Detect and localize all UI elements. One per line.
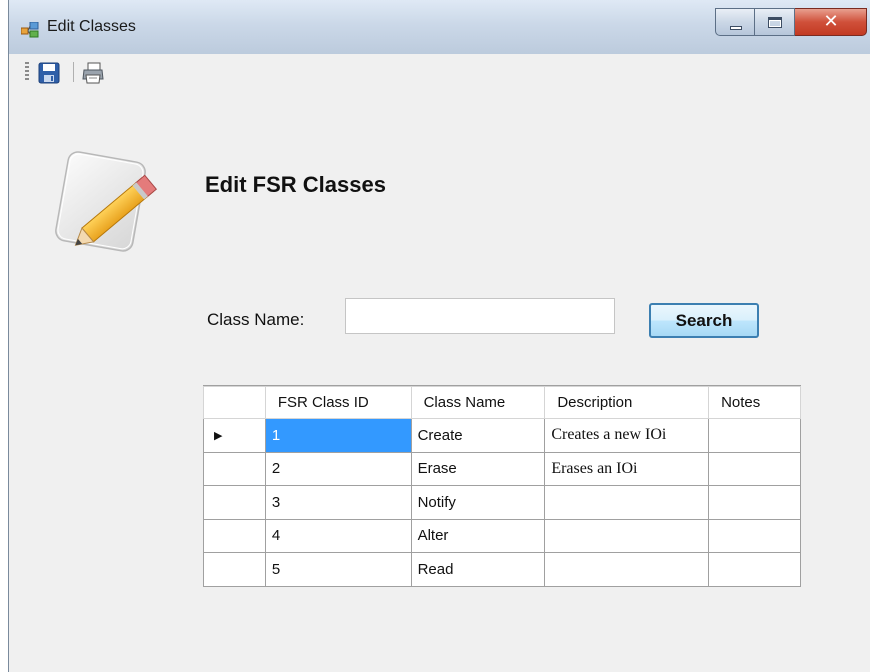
cell-description[interactable]: Erases an IOi	[544, 451, 710, 486]
edit-classes-window: Edit Classes ✕ Edit FSR Classes Class Na…	[8, 0, 870, 672]
grid-header-row: FSR Class ID Class Name Description Note…	[203, 386, 801, 419]
cell-fsr-class-id[interactable]: 3	[264, 485, 412, 520]
cell-description[interactable]	[544, 518, 710, 553]
minimize-icon	[730, 26, 742, 30]
cell-notes[interactable]	[708, 552, 801, 587]
cell-notes[interactable]	[708, 485, 801, 520]
grid-corner-header[interactable]	[203, 386, 266, 419]
cell-fsr-class-id[interactable]: 2	[264, 451, 412, 486]
current-row-indicator-icon[interactable]: ▶	[203, 418, 266, 453]
cell-class-name[interactable]: Notify	[410, 485, 546, 520]
minimize-button[interactable]	[715, 8, 755, 36]
row-header[interactable]	[203, 485, 266, 520]
row-header[interactable]	[203, 518, 266, 553]
column-header-fsr-class-id[interactable]: FSR Class ID	[264, 386, 412, 419]
close-button[interactable]: ✕	[795, 8, 867, 36]
cell-fsr-class-id[interactable]: 1	[264, 418, 412, 453]
cell-fsr-class-id[interactable]: 4	[264, 518, 412, 553]
toolbar-separator	[73, 62, 74, 82]
cell-description[interactable]	[544, 552, 710, 587]
table-row[interactable]: 3 Notify	[203, 485, 801, 520]
class-name-label: Class Name:	[207, 310, 305, 329]
window-title: Edit Classes	[47, 18, 136, 35]
print-icon[interactable]	[81, 61, 105, 85]
column-header-description[interactable]: Description	[544, 386, 710, 419]
table-row[interactable]: 4 Alter	[203, 518, 801, 553]
column-header-notes[interactable]: Notes	[708, 386, 801, 419]
page-title: Edit FSR Classes	[205, 172, 386, 197]
toolbar	[9, 56, 870, 92]
close-icon: ✕	[823, 11, 839, 32]
column-header-class-name[interactable]: Class Name	[410, 386, 546, 419]
edit-pencil-icon	[55, 151, 158, 252]
cell-fsr-class-id[interactable]: 5	[264, 552, 412, 587]
save-icon[interactable]	[37, 61, 61, 85]
title-bar[interactable]: Edit Classes ✕	[9, 0, 870, 54]
cell-notes[interactable]	[708, 451, 801, 486]
cell-class-name[interactable]: Alter	[410, 518, 546, 553]
row-header[interactable]	[203, 451, 266, 486]
maximize-icon	[768, 17, 782, 28]
toolbar-grip[interactable]	[25, 62, 29, 82]
row-header[interactable]	[203, 552, 266, 587]
cell-notes[interactable]	[708, 518, 801, 553]
app-icon	[21, 22, 39, 38]
classes-grid[interactable]: FSR Class ID Class Name Description Note…	[203, 385, 801, 587]
class-name-input[interactable]	[345, 298, 615, 334]
cell-class-name[interactable]: Read	[410, 552, 546, 587]
search-button[interactable]: Search	[649, 303, 759, 338]
table-row[interactable]: 5 Read	[203, 552, 801, 587]
table-row[interactable]: ▶ 1 Create Creates a new IOi	[203, 418, 801, 453]
table-row[interactable]: 2 Erase Erases an IOi	[203, 451, 801, 486]
cell-notes[interactable]	[708, 418, 801, 453]
cell-description[interactable]	[544, 485, 710, 520]
cell-description[interactable]: Creates a new IOi	[544, 418, 710, 453]
cell-class-name[interactable]: Erase	[410, 451, 546, 486]
maximize-button[interactable]	[755, 8, 795, 36]
cell-class-name[interactable]: Create	[410, 418, 546, 453]
